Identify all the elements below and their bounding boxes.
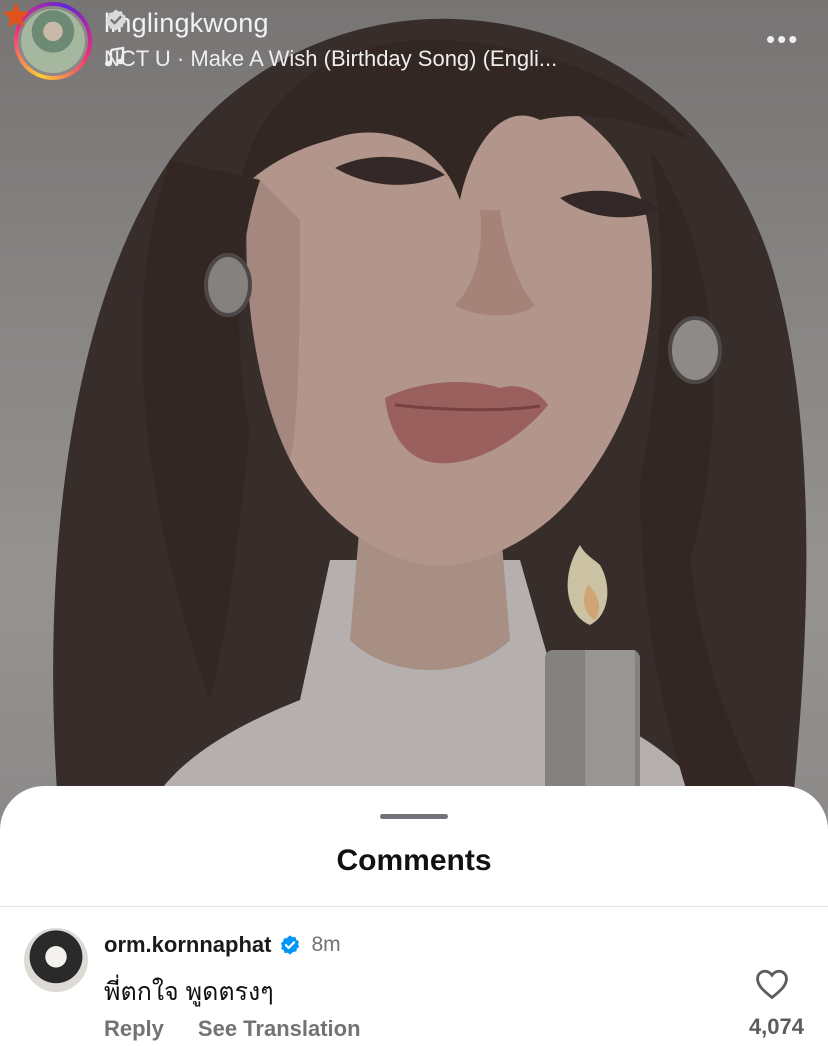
comment-time: 8m bbox=[311, 933, 341, 956]
verified-badge-icon bbox=[281, 935, 300, 955]
comment-actions: Reply See Translation bbox=[104, 1016, 361, 1042]
photo-dim-overlay bbox=[0, 0, 828, 830]
comment-header: orm.kornnaphat 8m bbox=[104, 932, 341, 958]
verified-badge-icon bbox=[106, 9, 126, 31]
story-username-row[interactable]: linglingkwong bbox=[104, 8, 269, 39]
sheet-title: Comments bbox=[336, 844, 492, 877]
heart-icon[interactable] bbox=[755, 968, 789, 1000]
story-username[interactable]: linglingkwong bbox=[104, 8, 269, 39]
comment-text: พี่ตกใจ พูดตรงๆ bbox=[104, 978, 274, 1006]
music-note-icon bbox=[105, 46, 125, 67]
comments-sheet: Comments orm.kornnaphat 8m พี่ตกใจ พูดตร… bbox=[0, 786, 828, 1046]
music-row[interactable]: NCT U · Make A Wish (Birthday Song) (Eng… bbox=[104, 46, 557, 72]
sheet-grabber[interactable] bbox=[380, 814, 448, 819]
more-icon[interactable]: ••• bbox=[766, 24, 799, 55]
see-translation-button[interactable]: See Translation bbox=[198, 1016, 361, 1042]
like-count: 4,074 bbox=[748, 1014, 804, 1039]
reply-button[interactable]: Reply bbox=[104, 1016, 164, 1042]
music-title: NCT U · Make A Wish (Birthday Song) (Eng… bbox=[104, 46, 558, 71]
comment-username[interactable]: orm.kornnaphat bbox=[104, 932, 271, 958]
story-photo[interactable]: linglingkwong NCT U · Make A Wish (Birth… bbox=[0, 0, 828, 830]
comment-avatar[interactable] bbox=[24, 928, 88, 992]
divider bbox=[0, 906, 828, 907]
star-icon[interactable] bbox=[0, 0, 32, 32]
